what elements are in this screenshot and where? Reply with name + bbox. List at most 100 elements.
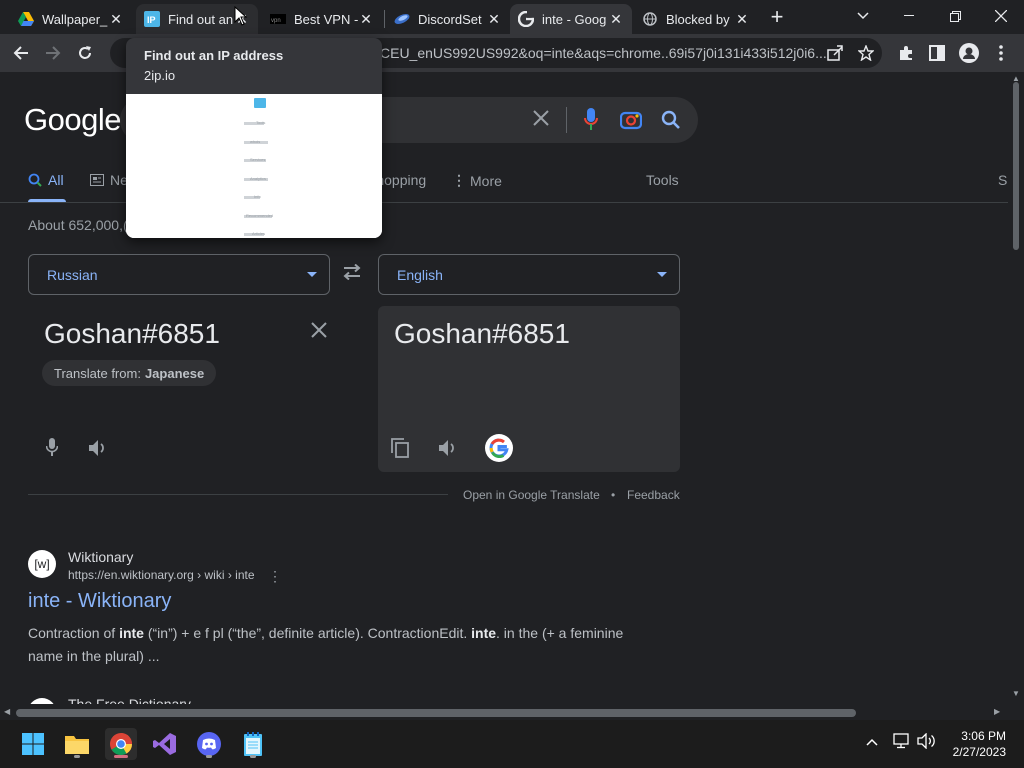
share-button[interactable] [820, 38, 850, 68]
visual-studio-button[interactable] [149, 728, 181, 760]
bookmark-button[interactable] [851, 38, 881, 68]
profile-icon [959, 43, 979, 63]
google-g-icon[interactable] [485, 434, 513, 462]
clear-text-button[interactable] [311, 318, 327, 344]
volume-button[interactable] [917, 732, 937, 752]
new-tab-button[interactable]: + [762, 2, 792, 32]
link-separator: • [611, 488, 616, 502]
running-indicator [206, 755, 212, 758]
hover-card-domain: 2ip.io [144, 68, 176, 83]
tab-all[interactable]: All [28, 172, 64, 188]
tab-safe-search[interactable]: S [998, 172, 1007, 188]
swap-languages-button[interactable] [342, 263, 362, 285]
translate-from-language: Japanese [144, 365, 205, 381]
scroll-right-arrow-icon[interactable]: ▶ [994, 707, 1000, 716]
close-icon[interactable]: ✕ [486, 11, 502, 28]
next-result-site-name[interactable]: The Free Dictionary [68, 696, 191, 704]
menu-button[interactable] [986, 38, 1016, 68]
star-icon [858, 45, 874, 61]
notepad-button[interactable] [237, 728, 269, 760]
tab-google-search[interactable]: inte - Goog ✕ [510, 4, 632, 34]
snippet-highlight: inte [471, 625, 497, 641]
result-url[interactable]: https://en.wiktionary.org › wiki › inte [68, 568, 255, 582]
start-button[interactable] [17, 728, 49, 760]
close-icon[interactable]: ✕ [734, 11, 750, 28]
minimize-button[interactable] [886, 0, 932, 32]
horizontal-scroll-thumb[interactable] [16, 709, 856, 717]
tab-discord-setup[interactable]: DiscordSet ✕ [386, 4, 510, 34]
close-icon[interactable]: ✕ [608, 11, 624, 28]
translated-text: Goshan#6851 [394, 318, 570, 349]
tab-title: Blocked by [666, 11, 730, 27]
tab-title: DiscordSet [418, 11, 482, 27]
volume-icon [917, 732, 935, 750]
horizontal-scrollbar[interactable]: ◀ ▶ [0, 704, 1008, 720]
listen-source-button[interactable] [86, 436, 110, 460]
speaker-icon [89, 440, 104, 456]
hover-card-title: Find out an IP address [144, 48, 284, 63]
tab-separator [384, 10, 385, 28]
tab-blocked[interactable]: Blocked by ✕ [634, 4, 758, 34]
arrow-right-icon [46, 46, 61, 60]
tab-best-vpn[interactable]: vpn Best VPN - ✕ [262, 4, 382, 34]
file-explorer-button[interactable] [61, 728, 93, 760]
open-translate-link[interactable]: Open in Google Translate [463, 488, 600, 502]
google-logo[interactable]: Google [24, 102, 121, 138]
lens-search-icon[interactable] [619, 109, 643, 136]
google-drive-icon [18, 11, 34, 27]
close-icon[interactable]: ✕ [108, 11, 124, 28]
network-button[interactable] [893, 733, 911, 752]
source-text-input[interactable]: Goshan#6851 [44, 318, 220, 350]
clear-search-icon[interactable] [532, 109, 550, 132]
voice-search-icon[interactable] [584, 108, 598, 137]
side-panel-button[interactable] [922, 38, 952, 68]
reload-button[interactable] [70, 38, 100, 68]
tab-more[interactable]: ⋮ More [452, 172, 502, 189]
tab-search-button[interactable] [840, 0, 886, 32]
scroll-down-arrow-icon[interactable]: ▼ [1012, 689, 1020, 698]
puzzle-icon [900, 46, 912, 60]
chrome-button[interactable] [105, 728, 137, 760]
tab-label: More [470, 172, 502, 189]
target-language-select[interactable]: English [378, 254, 680, 295]
forward-button[interactable] [38, 38, 68, 68]
close-window-button[interactable] [978, 0, 1024, 32]
hover-card-item: whois [250, 139, 261, 144]
tab-strip: Wallpaper_ ✕ IP Find out an ✕ vpn Best V… [0, 0, 1024, 34]
tab-wallpaper[interactable]: Wallpaper_ ✕ [10, 4, 132, 34]
search-icon[interactable] [661, 110, 681, 135]
close-icon[interactable]: ✕ [358, 11, 374, 28]
windows-start-icon [22, 733, 44, 755]
system-clock[interactable]: 3:06 PM 2/27/2023 [953, 728, 1006, 760]
folder-icon [65, 736, 89, 754]
microphone-button[interactable] [40, 436, 64, 460]
clock-time: 3:06 PM [961, 729, 1006, 743]
tab-news[interactable]: Ne [90, 172, 128, 188]
restore-button[interactable] [932, 0, 978, 32]
extensions-button[interactable] [891, 38, 921, 68]
tab-title: Find out an [168, 11, 234, 27]
feedback-link[interactable]: Feedback [627, 488, 680, 502]
discord-button[interactable] [193, 728, 225, 760]
clock-date: 2/27/2023 [952, 745, 1006, 759]
result-more-button[interactable]: ⋮ [268, 568, 282, 585]
tab-label: All [48, 172, 64, 188]
profile-button[interactable] [954, 38, 984, 68]
listen-translation-button[interactable] [436, 436, 460, 460]
vertical-scrollbar[interactable]: ▲ ▼ [1008, 72, 1024, 704]
result-site-name[interactable]: Wiktionary [68, 549, 133, 565]
wiktionary-favicon: [w] [28, 550, 56, 578]
tools-button[interactable]: Tools [646, 172, 679, 188]
source-language-select[interactable]: Russian [28, 254, 330, 295]
copy-button[interactable] [388, 436, 412, 460]
windows-taskbar: 3:06 PM 2/27/2023 [0, 720, 1024, 768]
discord-setup-icon [394, 11, 410, 27]
show-hidden-icons-button[interactable] [866, 733, 878, 749]
back-button[interactable] [6, 38, 36, 68]
scroll-left-arrow-icon[interactable]: ◀ [4, 707, 10, 716]
hover-card-item: Tools [256, 120, 266, 125]
vertical-scroll-thumb[interactable] [1013, 82, 1019, 250]
result-title-link[interactable]: inte - Wiktionary [28, 590, 171, 613]
translate-from-chip[interactable]: Translate from: Japanese [42, 360, 217, 386]
copy-icon [391, 438, 409, 458]
